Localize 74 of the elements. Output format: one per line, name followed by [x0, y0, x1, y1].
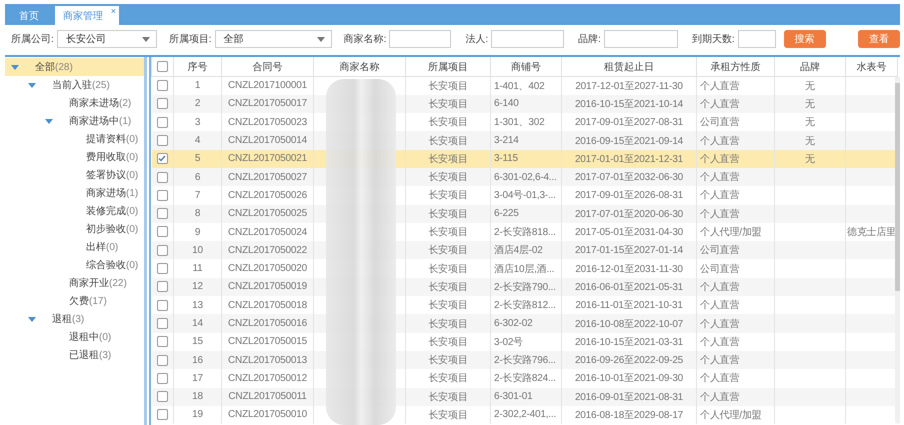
close-icon[interactable]: × — [110, 6, 116, 16]
tree-item[interactable]: 退租(3) — [5, 310, 144, 328]
checkbox[interactable] — [156, 372, 168, 384]
checkbox[interactable] — [156, 80, 168, 92]
checkbox[interactable] — [156, 409, 168, 420]
tree-item[interactable]: 欠费(17) — [5, 292, 144, 310]
filter-label: 所属项目: — [168, 32, 212, 46]
checkbox[interactable] — [156, 116, 168, 128]
filter-label: 所属公司: — [11, 32, 54, 46]
filter-label: 品牌: — [578, 33, 601, 46]
table-row[interactable]: 3 CNZL2017050023 长安项目 1-301、302 2017-09-01至2027-08-31 公司直营 无 — [152, 113, 898, 132]
tree-item[interactable]: 装修完成(0) — [5, 202, 144, 220]
input-field[interactable] — [738, 30, 776, 48]
checkbox[interactable] — [156, 318, 168, 329]
checkbox[interactable] — [156, 208, 168, 220]
expand-caret-icon[interactable] — [28, 316, 36, 322]
tree-item[interactable]: 出样(0) — [5, 238, 144, 256]
checkbox[interactable] — [156, 300, 168, 311]
tree-item[interactable]: 商家进场(1) — [5, 184, 144, 202]
view-button[interactable]: 查看 — [858, 30, 900, 48]
expand-caret-icon[interactable] — [28, 82, 36, 88]
table-cell: 19 — [174, 406, 222, 424]
dropdown[interactable]: 全部 — [214, 30, 332, 48]
checkbox[interactable] — [156, 244, 168, 256]
tree-item[interactable]: 全部(28) — [5, 58, 144, 76]
tree-item[interactable]: 商家进场中(1) — [5, 112, 144, 130]
filter-label: 商家名称: — [344, 32, 386, 46]
tree-item[interactable]: 提请资料(0) — [5, 130, 144, 148]
table-row[interactable]: 17 CNZL2017050012 长安项目 2-长安路824... 2016-10-01至2021-09-30 个人直营 — [152, 369, 898, 388]
checkbox[interactable] — [156, 391, 168, 402]
checkbox[interactable] — [156, 226, 168, 238]
caret-icon — [316, 36, 325, 42]
table-cell: CNZL2017050010 — [222, 406, 314, 424]
expand-caret-icon[interactable] — [45, 118, 53, 124]
tab[interactable]: 首页 — [11, 7, 55, 25]
tree-item[interactable]: 综合验收(0) — [5, 256, 144, 274]
table-row[interactable]: 13 CNZL2017050018 长安项目 2-长安路812... 2016-11-01至2021-10-31 个人直营 — [152, 296, 898, 314]
input-field[interactable] — [389, 30, 452, 48]
table-row[interactable]: 10 CNZL2017050022 长安项目 酒店4层-02 2017-01-15至2027-01-14 公司直营 — [152, 241, 898, 260]
tree-item[interactable]: 退租中(0) — [5, 328, 144, 346]
checkbox[interactable] — [156, 354, 168, 366]
checkbox[interactable] — [156, 98, 168, 110]
dropdown[interactable]: 长安公司 — [56, 30, 157, 48]
checkbox[interactable] — [156, 263, 168, 274]
filter-label: 到期天数: — [692, 32, 735, 46]
tree-item[interactable]: 已退租(3) — [5, 346, 144, 364]
scrollbar[interactable] — [895, 77, 900, 423]
checkbox[interactable] — [157, 60, 168, 72]
expand-caret-icon[interactable] — [11, 64, 19, 70]
search-button[interactable]: 搜索 — [784, 30, 826, 48]
input-field[interactable] — [604, 30, 678, 48]
input-field[interactable] — [491, 30, 564, 48]
table-cell: 长安项目 — [406, 406, 490, 424]
tree-item[interactable]: 商家开业(22) — [5, 274, 144, 292]
table-row[interactable]: 14 CNZL2017050016 长安项目 6-302-02 2016-10-08至2022-10-07 个人直营 — [152, 314, 898, 333]
table-cell: 个人代理/加盟 — [696, 406, 774, 424]
tree-item[interactable]: 初步验收(0) — [5, 220, 144, 238]
checkbox[interactable] — [156, 281, 168, 292]
tree-item[interactable]: 当前入驻(25) — [5, 76, 144, 94]
table-cell: 2016-08-18至2029-08-17 — [562, 406, 696, 424]
table-cell: 2-302,2-401,... — [490, 406, 562, 424]
table-row[interactable]: 11 CNZL2017050020 长安项目 酒店10层,酒... 2016-12-01至2031-11-30 公司直营 — [152, 259, 898, 278]
checkbox[interactable] — [156, 172, 168, 183]
caret-icon — [142, 36, 150, 42]
tab[interactable]: 商家管理 × — [55, 6, 119, 25]
tree-item[interactable]: 商家未进场(2) — [5, 94, 144, 112]
filter-label: 法人: — [465, 32, 488, 46]
tree-item[interactable]: 费用收取(0) — [5, 148, 144, 166]
checkbox[interactable] — [156, 190, 168, 201]
checkbox[interactable] — [156, 153, 168, 164]
tree-item[interactable]: 签署协议(0) — [5, 166, 144, 184]
checkbox[interactable] — [156, 134, 168, 146]
table-row[interactable]: 4 CNZL2017050014 长安项目 3-214 2016-09-15至2021-09-14 个人直营 无 — [152, 131, 898, 150]
checkbox[interactable] — [156, 336, 168, 348]
